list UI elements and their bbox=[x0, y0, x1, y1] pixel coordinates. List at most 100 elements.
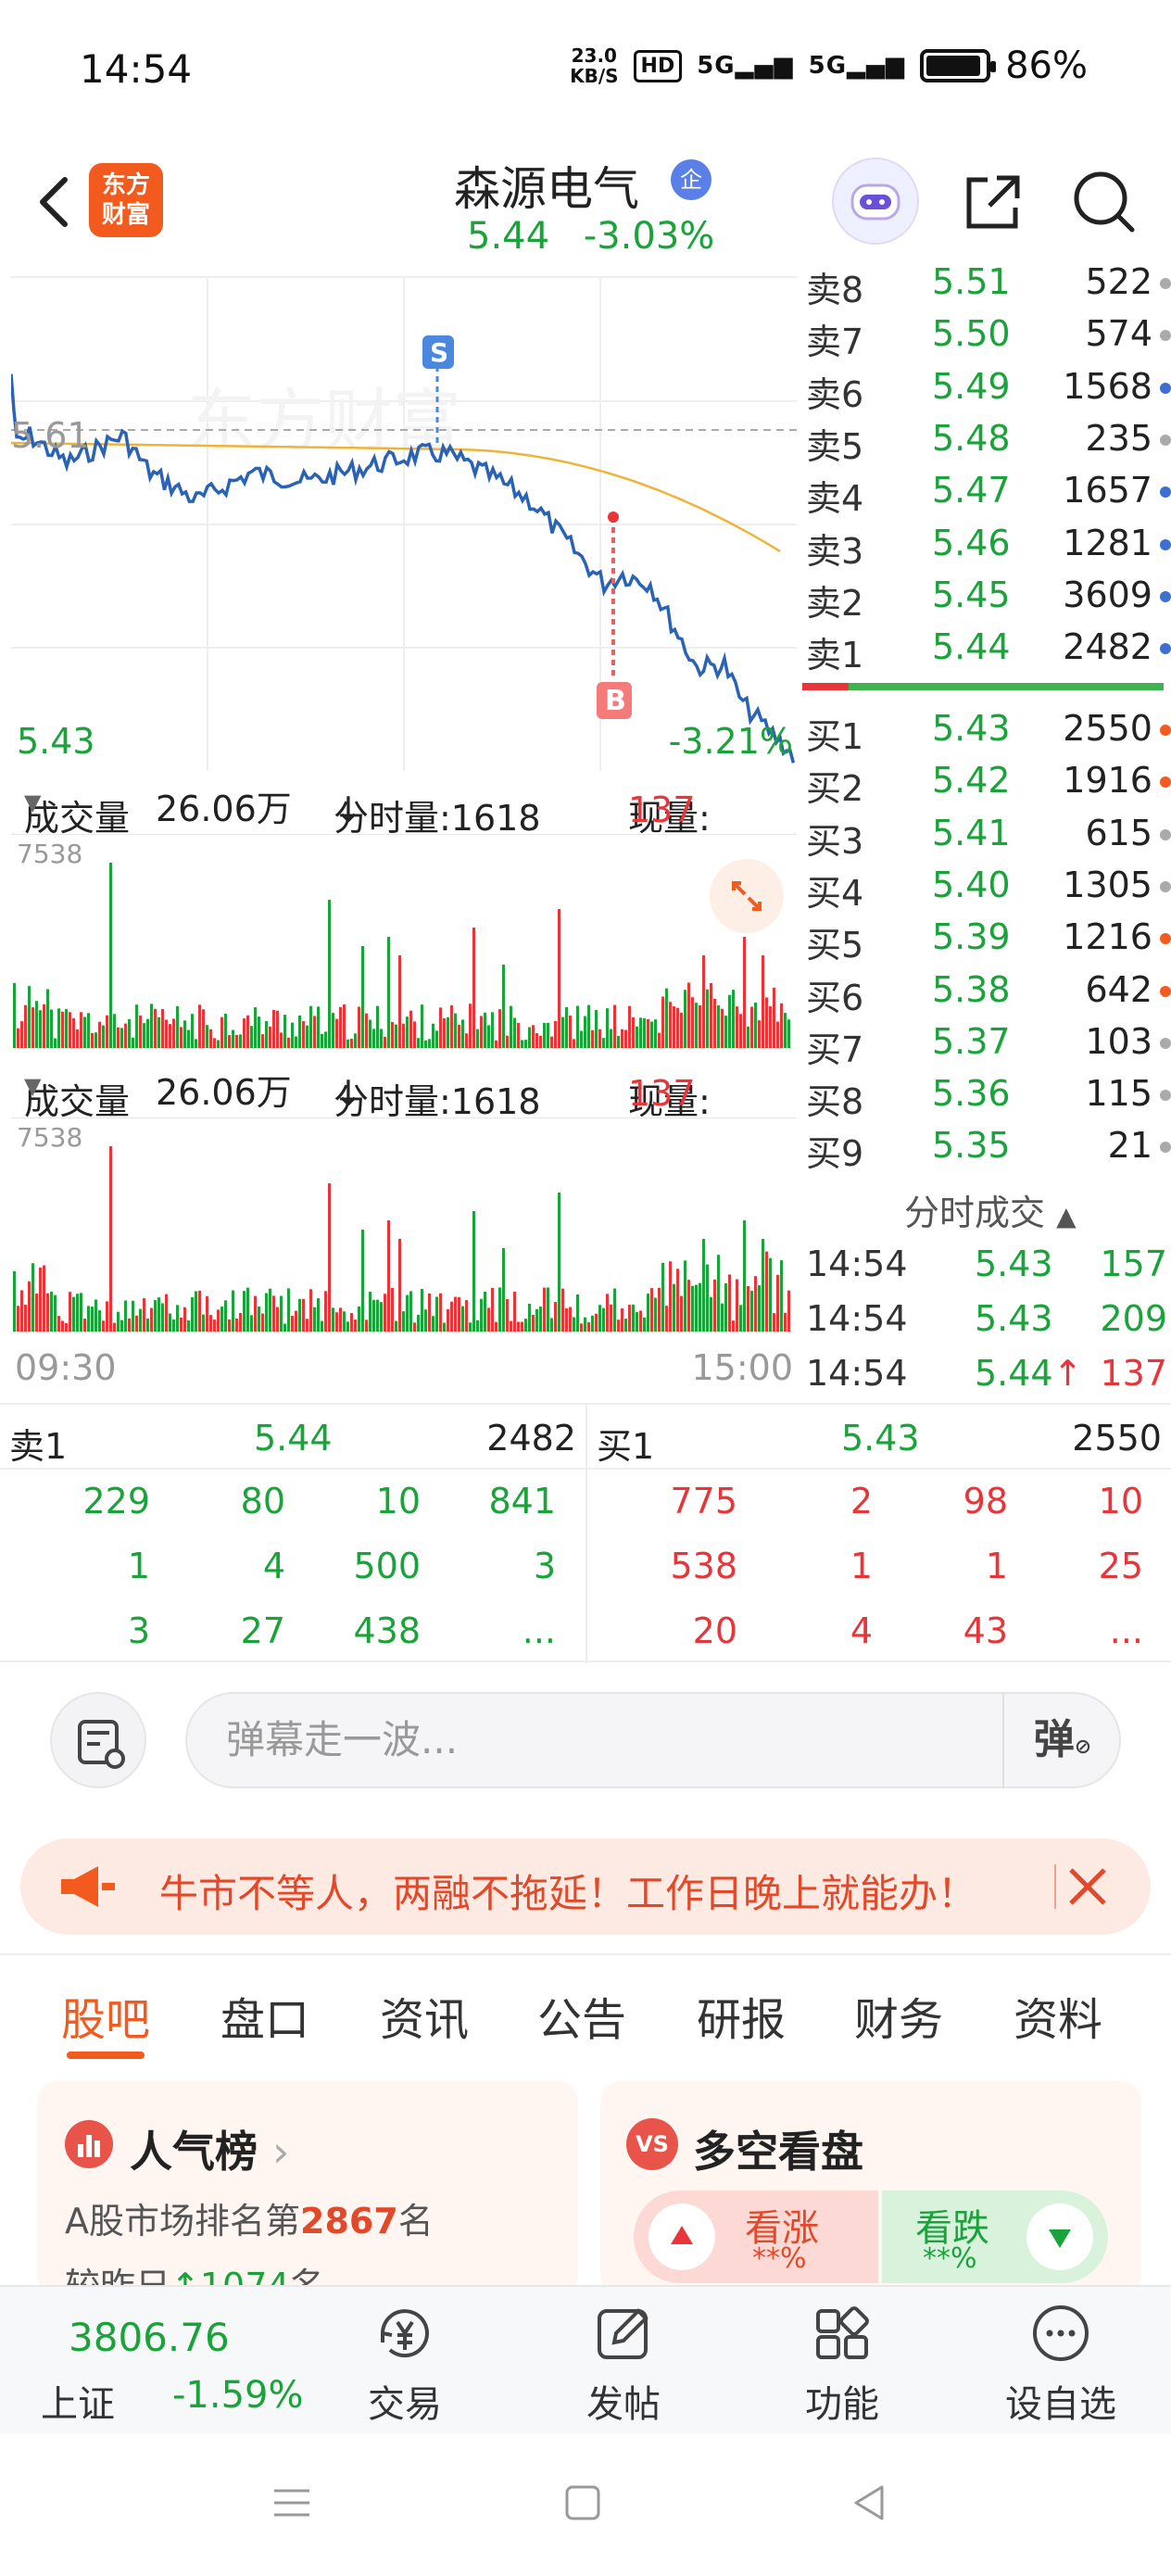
level-qty: 615 bbox=[1085, 812, 1152, 853]
tab-news[interactable]: 资讯 bbox=[380, 1983, 469, 2048]
tab-profile[interactable]: 资料 bbox=[1014, 1983, 1102, 2048]
danmaku-input[interactable]: 弹幕走一波... bbox=[185, 1692, 1121, 1788]
volume-bar bbox=[346, 1039, 349, 1048]
promo-banner[interactable]: 牛市不等人，两融不拖延！工作日晚上就能办！ bbox=[20, 1838, 1151, 1935]
ask-level-7[interactable]: 卖2 5.45 3609 bbox=[802, 571, 1171, 624]
bid-level-9[interactable]: 买9 5.35 21 bbox=[802, 1121, 1171, 1174]
expand-chart-button[interactable] bbox=[710, 859, 784, 933]
close-icon[interactable] bbox=[1062, 1861, 1114, 1913]
triangle-down-green-icon bbox=[1049, 2229, 1071, 2248]
eastmoney-logo[interactable]: 东方 财富 bbox=[89, 163, 163, 237]
tab-pankou[interactable]: 盘口 bbox=[220, 1983, 309, 2048]
volume-bar bbox=[332, 1013, 334, 1048]
nav-post[interactable]: 发帖 bbox=[554, 2287, 693, 2435]
volume-bar bbox=[484, 1012, 486, 1048]
ask-level-2[interactable]: 卖7 5.50 574 bbox=[802, 309, 1171, 362]
popularity-card[interactable]: 人气榜 › A股市场排名第2867名 较昨日↑1074名 bbox=[37, 2081, 578, 2294]
level2-detail[interactable]: 卖1 5.44 2482 买1 5.43 2550 229 80 10 841 1 4 50… bbox=[0, 1403, 1171, 1664]
volume-bar bbox=[576, 1005, 579, 1048]
tab-research[interactable]: 研报 bbox=[697, 1983, 786, 2048]
time-end: 15:00 bbox=[691, 1347, 793, 1388]
buy-queue-cell: 4 bbox=[850, 1610, 873, 1651]
volume-bar bbox=[695, 1284, 698, 1332]
level-label: 买6 bbox=[806, 977, 864, 1018]
home-square-icon[interactable] bbox=[560, 2480, 606, 2526]
volume-chart-1[interactable]: 7538 bbox=[11, 834, 797, 1049]
ask-level-4[interactable]: 卖5 5.48 235 bbox=[802, 414, 1171, 467]
tab-finance[interactable]: 财务 bbox=[854, 1983, 943, 2048]
volume-chart-2[interactable]: 7538 bbox=[11, 1118, 797, 1332]
level-indicator-dot bbox=[1160, 1142, 1171, 1154]
intraday-chart[interactable]: 东方财富 S B 5.61 5.43 -3.21% bbox=[9, 276, 797, 771]
volume-bar bbox=[224, 1300, 227, 1332]
signal-label: 5G bbox=[697, 52, 736, 80]
ask-level-6[interactable]: 卖3 5.46 1281 bbox=[802, 519, 1171, 572]
bid-level-2[interactable]: 买2 5.42 1916 bbox=[802, 756, 1171, 809]
ask-level-5[interactable]: 卖4 5.47 1657 bbox=[802, 466, 1171, 519]
tab-announcements[interactable]: 公告 bbox=[537, 1983, 626, 2048]
down-arrow-icon: ↓ bbox=[334, 789, 363, 830]
volume-bar bbox=[91, 1307, 94, 1332]
volume-bar bbox=[409, 1010, 412, 1048]
search-icon[interactable] bbox=[1067, 165, 1141, 239]
menu-icon[interactable] bbox=[269, 2480, 315, 2526]
ask-level-3[interactable]: 卖6 5.49 1568 bbox=[802, 362, 1171, 415]
volume-bar bbox=[302, 1298, 305, 1332]
volume-bar bbox=[513, 1291, 516, 1332]
sell-marker-label: S bbox=[430, 337, 448, 368]
volume-bar bbox=[498, 1009, 501, 1048]
danmaku-settings-button[interactable] bbox=[50, 1692, 146, 1788]
l2-buy-qty: 2550 bbox=[1072, 1418, 1162, 1458]
volume-bar bbox=[387, 1220, 390, 1332]
share-icon[interactable] bbox=[956, 165, 1030, 239]
buy-marker[interactable]: B bbox=[597, 511, 632, 719]
bid-level-4[interactable]: 买4 5.40 1305 bbox=[802, 861, 1171, 914]
ask-level-1[interactable]: 卖8 5.51 522 bbox=[802, 258, 1171, 310]
minute-volume-label: 分时量:1618 bbox=[334, 798, 541, 839]
rank-suffix: 名 bbox=[397, 2201, 434, 2241]
nav-post-label: 发帖 bbox=[586, 2383, 661, 2426]
bid-level-7[interactable]: 买7 5.37 103 bbox=[802, 1017, 1171, 1070]
tab-guba[interactable]: 股吧 bbox=[61, 1983, 150, 2048]
volume-bar bbox=[235, 1034, 238, 1048]
bid-level-1[interactable]: 买1 5.43 2550 bbox=[802, 704, 1171, 757]
volume-bar bbox=[424, 1040, 427, 1048]
bid-level-3[interactable]: 买3 5.41 615 bbox=[802, 809, 1171, 862]
volume-bar bbox=[417, 1038, 420, 1048]
volume-bar bbox=[691, 997, 694, 1048]
volume-bar bbox=[280, 1295, 283, 1332]
bullish-vote-button[interactable]: 看涨 **% bbox=[634, 2191, 878, 2283]
volume-bar bbox=[769, 1006, 772, 1048]
level-label: 买3 bbox=[806, 820, 864, 862]
volume-bar bbox=[435, 1296, 438, 1332]
level-qty: 1657 bbox=[1063, 470, 1152, 511]
ask-level-8[interactable]: 卖1 5.44 2482 bbox=[802, 623, 1171, 676]
stock-name[interactable]: 森源电气 bbox=[454, 152, 639, 219]
volume-bar bbox=[283, 1015, 286, 1048]
l2-sell-qty: 2482 bbox=[486, 1418, 576, 1458]
robot-assistant-icon[interactable] bbox=[832, 158, 919, 245]
index-widget[interactable]: 3806.76 上证 -1.59% bbox=[0, 2287, 315, 2435]
bearish-vote-button[interactable]: 看跌 **% bbox=[882, 2191, 1108, 2283]
volume-bar bbox=[94, 1032, 97, 1048]
danmaku-toggle-button[interactable]: 弹⊘ bbox=[1002, 1692, 1121, 1788]
danmaku-toggle-label: 弹 bbox=[1033, 1716, 1075, 1763]
bid-level-8[interactable]: 买8 5.36 115 bbox=[802, 1069, 1171, 1122]
bid-level-5[interactable]: 买5 5.39 1216 bbox=[802, 913, 1171, 966]
nav-trade[interactable]: 交易 bbox=[335, 2287, 474, 2435]
volume-bar bbox=[584, 1016, 586, 1048]
nav-functions[interactable]: 功能 bbox=[773, 2287, 912, 2435]
trades-title[interactable]: 分时成交 ▲ bbox=[904, 1184, 1077, 1235]
volume-bar bbox=[747, 1026, 749, 1048]
bid-level-6[interactable]: 买6 5.38 642 bbox=[802, 966, 1171, 1018]
bull-bear-card[interactable]: VS 多空看盘 看涨 **% 看跌 **% bbox=[600, 2081, 1141, 2294]
volume-bar bbox=[235, 1318, 238, 1332]
volume-bar bbox=[606, 1294, 609, 1332]
back-triangle-icon[interactable] bbox=[847, 2480, 893, 2526]
dropdown-triangle-icon-2: ▼ bbox=[24, 1073, 42, 1099]
volume-bar bbox=[724, 1016, 727, 1048]
sell-queue-cell: ... bbox=[522, 1610, 556, 1651]
back-arrow-icon[interactable] bbox=[26, 165, 82, 239]
nav-add-watchlist[interactable]: 设自选 bbox=[991, 2287, 1130, 2435]
volume-bar bbox=[298, 1015, 301, 1048]
